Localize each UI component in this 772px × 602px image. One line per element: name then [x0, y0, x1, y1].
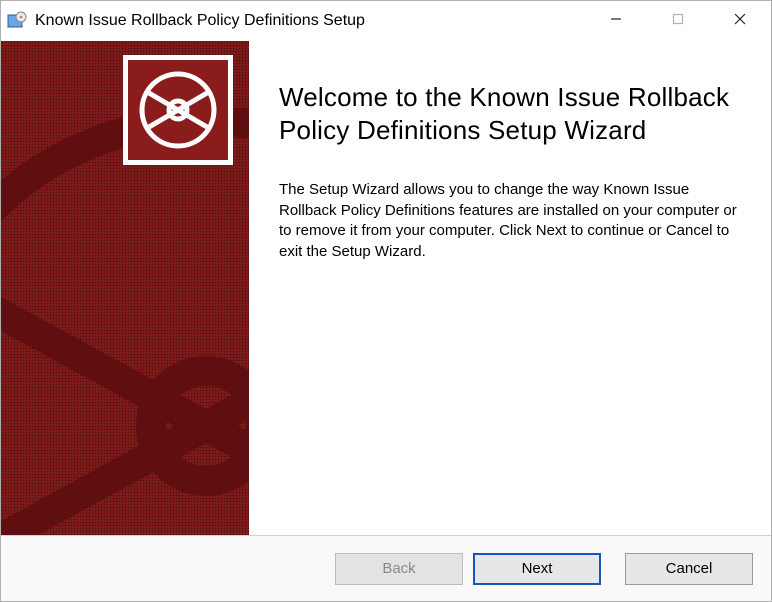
wizard-body: Welcome to the Known Issue Rollback Poli…: [1, 41, 771, 536]
next-button[interactable]: Next: [473, 553, 601, 585]
wizard-heading: Welcome to the Known Issue Rollback Poli…: [279, 81, 737, 146]
window-controls: [585, 1, 771, 37]
window-title: Known Issue Rollback Policy Definitions …: [35, 12, 585, 30]
cancel-button[interactable]: Cancel: [625, 553, 753, 585]
wizard-description: The Setup Wizard allows you to change th…: [279, 180, 737, 263]
side-panel: [1, 41, 249, 535]
minimize-button[interactable]: [585, 1, 647, 37]
background-disc-art: [1, 101, 249, 535]
back-button: Back: [335, 553, 463, 585]
close-button[interactable]: [709, 1, 771, 37]
disc-badge: [123, 55, 233, 165]
footer: Back Next Cancel: [1, 536, 771, 601]
titlebar: Known Issue Rollback Policy Definitions …: [1, 1, 771, 41]
installer-window: Known Issue Rollback Policy Definitions …: [0, 0, 772, 602]
content-panel: Welcome to the Known Issue Rollback Poli…: [249, 41, 771, 535]
maximize-button: [647, 1, 709, 37]
disc-icon: [135, 67, 221, 153]
installer-icon: [7, 11, 27, 31]
